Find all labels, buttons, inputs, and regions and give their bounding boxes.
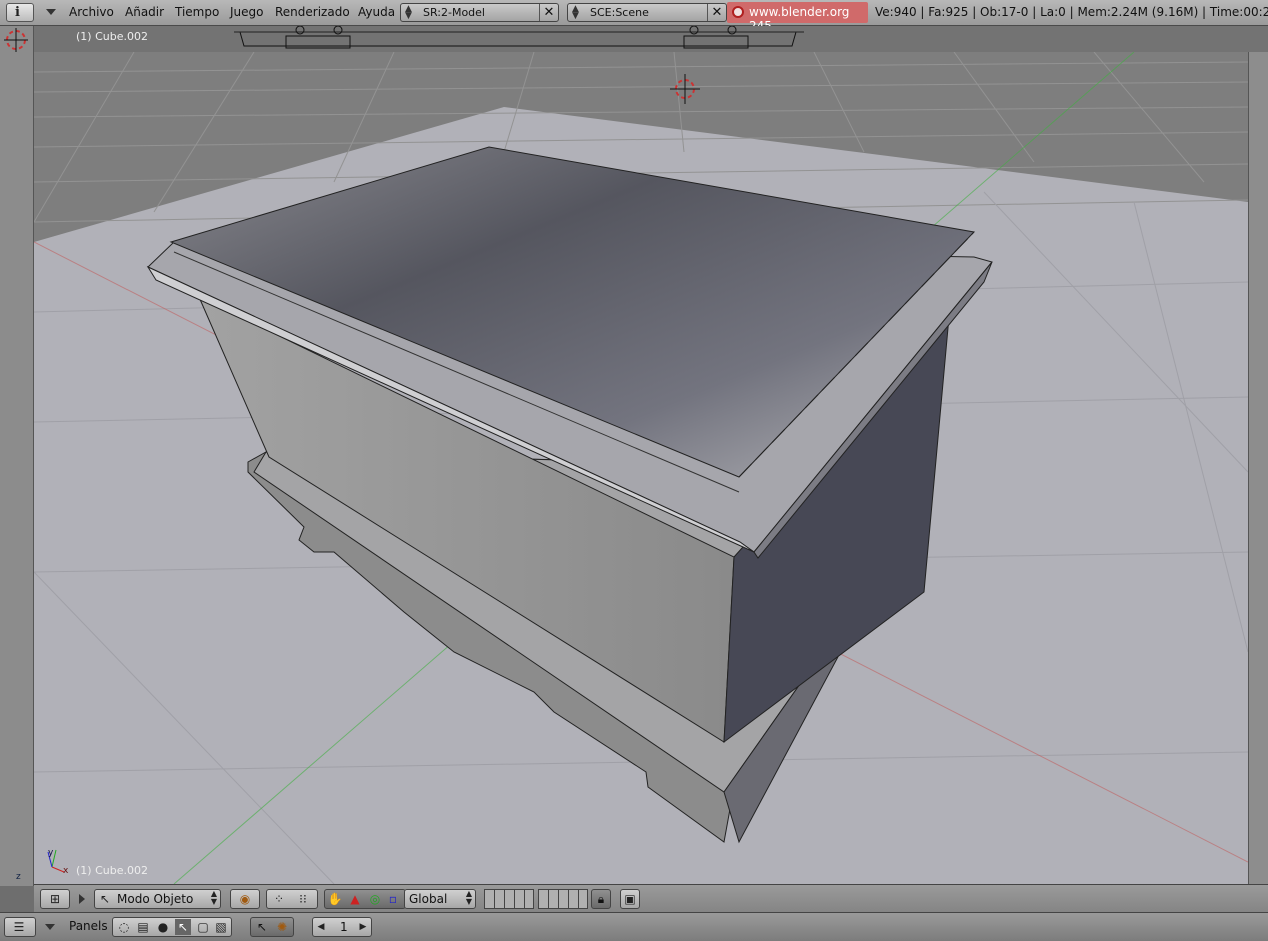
object-mode-icon: ↖	[99, 892, 111, 906]
rotate-manipulator-icon[interactable]: ◎	[367, 891, 383, 907]
left-window-edge	[0, 26, 34, 886]
image-icon: ▣	[624, 892, 636, 906]
logic-context-icon[interactable]: ◌	[116, 919, 132, 935]
menu-juego[interactable]: Juego	[230, 5, 264, 19]
axis-x-label: x	[63, 866, 69, 876]
scene-selector-value: SCE:Scene	[590, 6, 649, 19]
context-buttons: ◌ ▤ ● ↖ ▢ ▧	[112, 917, 232, 937]
render-view-button[interactable]: ▣	[620, 889, 640, 909]
info-window-button[interactable]: i	[6, 3, 34, 22]
collapse-menu-icon[interactable]	[46, 9, 56, 15]
top-view-strip: (1) Cube.002	[34, 26, 1268, 53]
axis-z-label: z	[16, 872, 21, 882]
physics-subcontext-icon[interactable]: ✺	[273, 919, 291, 935]
editing-context-icon[interactable]: ▢	[195, 919, 211, 935]
translate-manipulator-icon[interactable]: ▲	[347, 891, 363, 907]
view3d-grid-icon: ⊞	[49, 892, 61, 906]
editor-type-button[interactable]: ⊞	[40, 889, 70, 909]
top-view-wireframe	[234, 26, 804, 49]
arrow-left-icon[interactable]: ◀	[316, 919, 326, 935]
3d-view-header: ⊞ ↖ Modo Objeto ▲ ▼ ◉ ⁘ ⁝⁝ ✋ ▲ ◎ ▫ Global…	[34, 884, 1268, 913]
subcontext-buttons: ↖ ✺	[250, 917, 294, 937]
scene-selector[interactable]: ▲ ▼ SCE:Scene ✕	[567, 3, 727, 22]
buttons-window-header: ☰ Panels ◌ ▤ ● ↖ ▢ ▧ ↖ ✺ ◀ 1 ▶	[0, 912, 1268, 941]
scale-manipulator-icon[interactable]: ▫	[385, 891, 401, 907]
screen-selector-value: SR:2-Model	[423, 6, 485, 19]
screen-delete-button[interactable]: ✕	[539, 4, 558, 21]
lock-layers-button[interactable]: 🔒︎	[591, 889, 611, 909]
buttons-window-icon: ☰	[13, 920, 25, 934]
lock-icon: 🔒︎	[597, 892, 605, 906]
updown-arrows-icon: ▲ ▼	[572, 4, 579, 21]
manipulator-group: ✋ ▲ ◎ ▫	[324, 889, 406, 909]
viewport-scene	[34, 52, 1248, 884]
layer-buttons-1[interactable]	[484, 889, 534, 909]
axis-gizmo-small-icon	[4, 28, 28, 52]
menu-archivo[interactable]: Archivo	[69, 5, 114, 19]
grid-snap-icon: ⁝⁝	[299, 892, 307, 906]
orientation-selector[interactable]: Global ▲ ▼	[404, 889, 476, 909]
pivot-button[interactable]: ⁘ ⁝⁝	[266, 889, 318, 909]
mode-selector[interactable]: ↖ Modo Objeto ▲ ▼	[94, 889, 221, 909]
top-view-object-label: (1) Cube.002	[76, 30, 148, 43]
menu-tiempo[interactable]: Tiempo	[175, 5, 219, 19]
menu-renderizado[interactable]: Renderizado	[275, 5, 350, 19]
pivot-icon: ⁘	[273, 892, 285, 906]
blender-logo-icon	[732, 6, 744, 18]
axis-y-label: y	[48, 848, 54, 858]
arrow-right-icon[interactable]: ▶	[358, 919, 368, 935]
viewport-right-edge	[1248, 52, 1268, 884]
updown-arrows-icon: ▲ ▼	[465, 889, 472, 906]
solid-draw-icon: ◉	[239, 892, 251, 906]
draw-type-button[interactable]: ◉	[230, 889, 260, 909]
info-icon: i	[15, 5, 20, 20]
scene-context-icon[interactable]: ▧	[213, 919, 229, 935]
hand-manipulator-icon[interactable]: ✋	[327, 891, 343, 907]
updown-arrows-icon: ▲ ▼	[210, 889, 217, 906]
expand-menus-icon[interactable]	[79, 894, 85, 904]
scene-stats: Ve:940 | Fa:925 | Ob:17-0 | La:0 | Mem:2…	[875, 5, 1268, 19]
shading-context-icon[interactable]: ●	[155, 919, 171, 935]
menu-ayuda[interactable]: Ayuda	[358, 5, 395, 19]
orientation-value: Global	[409, 892, 448, 906]
buttons-editor-type-button[interactable]: ☰	[4, 917, 36, 937]
viewport-object-label: (1) Cube.002	[76, 864, 148, 877]
mode-selector-value: Modo Objeto	[117, 892, 194, 906]
info-header: i Archivo Añadir Tiempo Juego Renderizad…	[0, 0, 1268, 33]
scene-delete-button[interactable]: ✕	[707, 4, 726, 21]
object-subcontext-icon[interactable]: ↖	[253, 919, 271, 935]
blender-website-link[interactable]: www.blender.org 245	[727, 2, 868, 33]
screen-selector[interactable]: ▲ ▼ SR:2-Model ✕	[400, 3, 559, 22]
panels-label: Panels	[69, 919, 108, 933]
object-context-icon[interactable]: ↖	[175, 919, 191, 935]
frame-number-value: 1	[340, 920, 348, 934]
frame-number-field[interactable]: ◀ 1 ▶	[312, 917, 372, 937]
script-context-icon[interactable]: ▤	[135, 919, 151, 935]
3d-viewport[interactable]: y x (1) Cube.002	[34, 52, 1248, 884]
collapse-menu-icon[interactable]	[45, 924, 55, 930]
updown-arrows-icon: ▲ ▼	[405, 4, 412, 21]
layer-buttons-2[interactable]	[538, 889, 588, 909]
menu-anadir[interactable]: Añadir	[125, 5, 164, 19]
